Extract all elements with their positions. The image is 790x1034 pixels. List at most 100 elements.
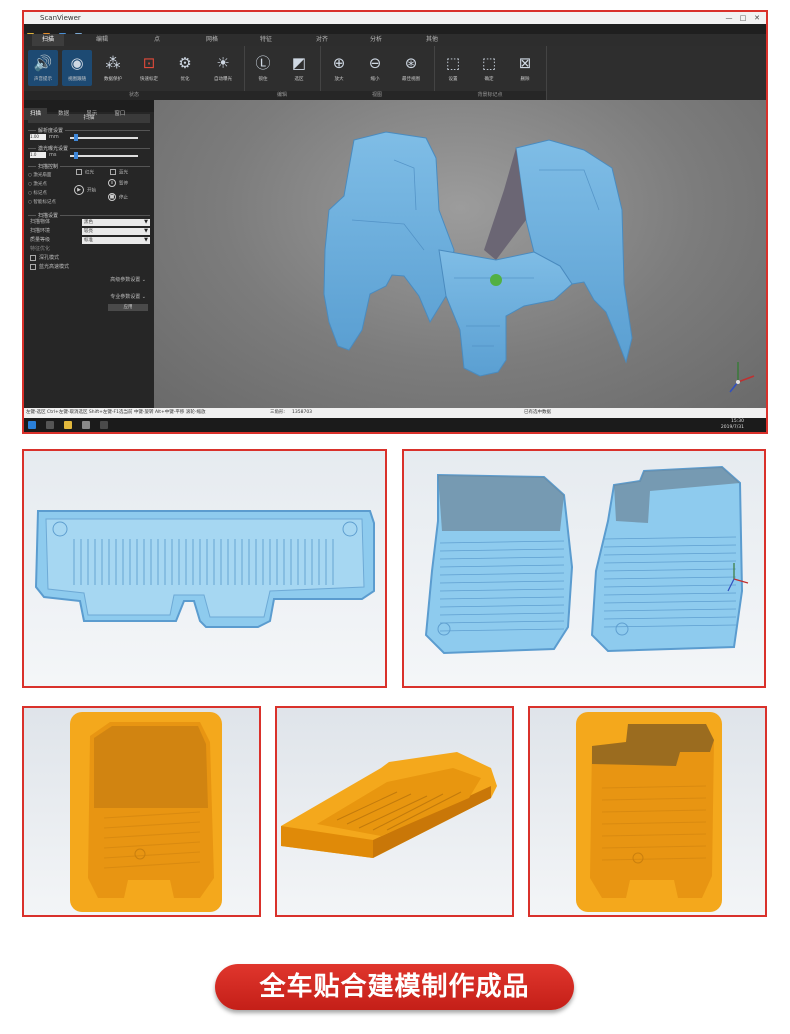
scan-environment-select[interactable]: 较亮 — [82, 228, 150, 235]
ribbon-group-label: 状态 — [24, 91, 244, 100]
status-bar: 左键-选区 Ctrl+左键-取消选区 Shift+左键-F1选当前 中键-旋转 … — [24, 408, 766, 418]
exposure-slider-handle[interactable] — [74, 152, 78, 159]
windows-taskbar: 15:30 2019/7/31 — [24, 418, 766, 432]
scanviewer-taskbar-icon[interactable] — [100, 421, 108, 429]
task-view-icon[interactable] — [46, 421, 54, 429]
resolution-input[interactable]: 1.00 — [30, 133, 46, 140]
confirm-marker-icon: ⬚ — [481, 54, 497, 72]
ribbon-group-label: 背景标记点 — [434, 91, 546, 100]
optimize-button[interactable]: ⚙ 优化 — [170, 50, 200, 86]
scan-mode-option[interactable]: ○ 智能标记点 — [28, 198, 56, 207]
scan-control-area: ○ 激光扇面 ○ 激光点 ○ 标记点 ○ 智能标记点 红光 蓝光 ▶ 开始 ॥ 暂停… — [24, 169, 154, 213]
menu-feature[interactable]: 特征 — [260, 34, 272, 46]
stop-button[interactable]: ■ 停止 — [108, 193, 128, 201]
scanviewer-screenshot: ScanViewer — □ ✕ 扫描 编辑 点 网格 特征 对齐 分析 其他 … — [22, 10, 768, 434]
set-marker-button[interactable]: ⬚ 设置 — [438, 50, 468, 86]
start-button[interactable]: ▶ 开始 — [74, 185, 96, 195]
file-explorer-icon[interactable] — [64, 421, 72, 429]
ribbon-group-edit: Ⓛ 锁住 ◩ 选区 编辑 — [244, 46, 321, 100]
red-light-option[interactable]: 红光 — [76, 169, 94, 176]
pause-icon: ॥ — [108, 179, 116, 187]
setting-row: 扫描物体 黑色 — [24, 218, 154, 227]
close-button[interactable]: ✕ — [750, 12, 764, 24]
advanced-params-toggle[interactable]: 高级参数设置 ⌄ — [24, 276, 154, 285]
zoom-fit-button[interactable]: ⊛ 最佳视图 — [396, 50, 426, 86]
exposure-row: 1.0 ms — [24, 151, 154, 160]
finished-product-caption: 全车贴合建模制作成品 — [215, 964, 574, 1010]
title-bar: ScanViewer — □ ✕ — [24, 12, 766, 24]
checkbox-feature-opt[interactable]: 特征优化 — [24, 245, 154, 254]
menu-analyze[interactable]: 分析 — [370, 34, 382, 46]
stop-icon: ■ — [108, 193, 116, 201]
quick-calibration-button[interactable]: ⊡ 快速标定 — [134, 50, 164, 86]
menu-points[interactable]: 点 — [154, 34, 160, 46]
scan-mode-option[interactable]: ○ 激光点 — [28, 180, 56, 189]
tab-data[interactable]: 数据 — [52, 108, 75, 120]
tab-window[interactable]: 窗口 — [108, 108, 131, 120]
exposure-slider[interactable] — [70, 155, 138, 157]
blue-light-option[interactable]: 蓝光 — [110, 169, 128, 176]
sound-prompt-button[interactable]: 🔊 声音提示 — [28, 50, 58, 86]
scan-settings-section: 扫描设置 — [28, 212, 150, 219]
resolution-slider-handle[interactable] — [74, 134, 78, 141]
pause-button[interactable]: ॥ 暂停 — [108, 179, 128, 187]
menu-align[interactable]: 对齐 — [316, 34, 328, 46]
apply-button[interactable]: 应用 — [108, 304, 148, 311]
zoom-in-icon: ⊕ — [332, 54, 346, 72]
view-follow-button[interactable]: ◉ 视图跟随 — [62, 50, 92, 86]
quick-access-toolbar — [24, 24, 766, 39]
rear-mat-scan-image — [22, 449, 387, 688]
lock-view-button[interactable]: Ⓛ 锁住 — [248, 50, 278, 86]
rotation-center-marker — [490, 274, 502, 286]
ribbon-group-label: 视图 — [320, 91, 434, 100]
selection-status: 已有选中数据 — [524, 410, 551, 415]
menu-scan[interactable]: 扫描 — [32, 34, 65, 46]
quality-level-select[interactable]: 标准 — [82, 237, 150, 244]
maximize-button[interactable]: □ — [736, 12, 750, 24]
ribbon-group-view: ⊕ 放大 ⊖ 缩小 ⊛ 最佳视图 视图 — [320, 46, 435, 100]
menu-edit[interactable]: 编辑 — [96, 34, 108, 46]
zoom-out-icon: ⊖ — [368, 54, 382, 72]
windows-start-icon[interactable] — [28, 421, 36, 429]
selection-icon: ◩ — [291, 54, 307, 72]
scan-mode-option[interactable]: ○ 标记点 — [28, 189, 56, 198]
rear-mat-mold-image-3 — [528, 706, 767, 917]
zoom-fit-icon: ⊛ — [404, 54, 418, 72]
lock-view-icon: Ⓛ — [255, 54, 271, 72]
expert-params-toggle[interactable]: 专业参数设置 ⌄ — [24, 293, 154, 302]
resolution-slider[interactable] — [70, 137, 138, 139]
play-icon: ▶ — [74, 185, 84, 195]
minimize-button[interactable]: — — [722, 12, 736, 24]
data-icon: ⁂ — [105, 54, 121, 72]
gear-icon: ⚙ — [178, 54, 192, 72]
checkbox-deep-hole[interactable]: 深孔模式 — [24, 254, 154, 263]
checkbox-blue-highspeed[interactable]: 蓝光高速模式 — [24, 263, 154, 272]
exposure-section: 激光曝光设置 — [28, 145, 150, 152]
exposure-input[interactable]: 1.0 — [30, 151, 46, 158]
menu-other[interactable]: 其他 — [426, 34, 438, 46]
selection-button[interactable]: ◩ 选区 — [284, 50, 314, 86]
front-mat-mold-image-1 — [22, 706, 261, 917]
zoom-out-button[interactable]: ⊖ 缩小 — [360, 50, 390, 86]
status-hint: 左键-选区 Ctrl+左键-取消选区 Shift+左键-F1选当前 中键-旋转 … — [26, 410, 206, 415]
zoom-in-button[interactable]: ⊕ 放大 — [324, 50, 354, 86]
system-clock[interactable]: 15:30 2019/7/31 — [721, 418, 744, 431]
calibration-icon: ⊡ — [142, 54, 156, 72]
calculator-icon[interactable] — [82, 421, 90, 429]
confirm-marker-button[interactable]: ⬚ 确定 — [474, 50, 504, 86]
delete-marker-icon: ⊠ — [518, 54, 532, 72]
exposure-icon: ☀ — [216, 54, 230, 72]
3d-viewport[interactable] — [154, 100, 766, 408]
menu-mesh[interactable]: 网格 — [206, 34, 218, 46]
menu-bar: 扫描 编辑 点 网格 特征 对齐 分析 其他 — [24, 34, 766, 46]
data-protect-button[interactable]: ⁂ 数据保护 — [98, 50, 128, 86]
scan-mode-option[interactable]: ○ 激光扇面 — [28, 171, 56, 180]
resolution-section: 解析度设置 — [28, 127, 150, 134]
scan-object-select[interactable]: 黑色 — [82, 219, 150, 226]
delete-marker-button[interactable]: ⊠ 删除 — [510, 50, 540, 86]
tab-scan[interactable]: 扫描 — [24, 108, 48, 120]
triangle-count-label: 三角形: — [270, 410, 286, 415]
set-marker-icon: ⬚ — [445, 54, 461, 72]
ribbon-group-markers: ⬚ 设置 ⬚ 确定 ⊠ 删除 背景标记点 — [434, 46, 547, 100]
auto-exposure-button[interactable]: ☀ 自动曝光 — [208, 50, 238, 86]
